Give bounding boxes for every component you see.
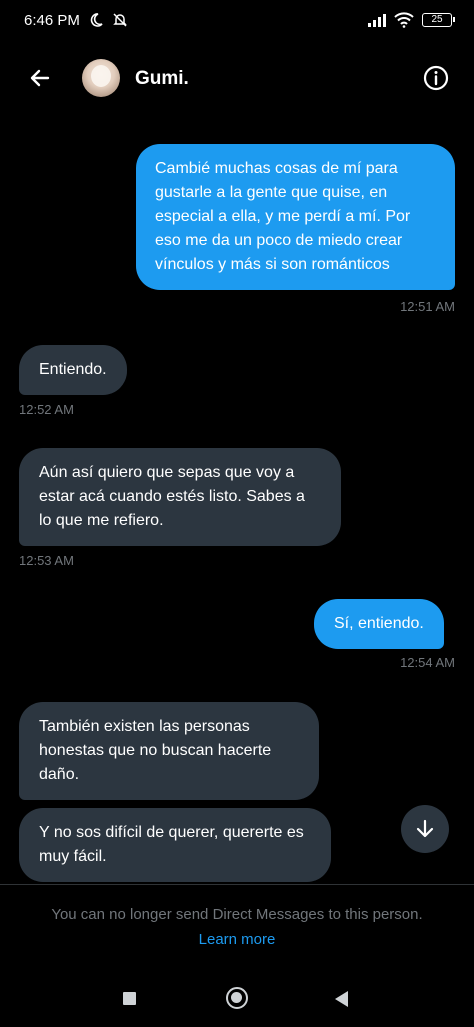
message-timestamp: 12:54 AM (400, 655, 455, 670)
status-bar: 6:46 PM 25 (0, 0, 474, 40)
message-bubble-outgoing[interactable]: Sí, entiendo. (314, 599, 444, 649)
contact-name[interactable]: Gumi. (135, 68, 189, 90)
message-text: Sí, entiendo. (334, 615, 424, 632)
message-text: Y no sos difícil de querer, quererte es … (39, 824, 304, 865)
back-triangle-icon[interactable] (335, 991, 348, 1007)
message-bubble-incoming[interactable]: Entiendo. (19, 345, 127, 395)
message-timestamp: 12:53 AM (19, 553, 74, 568)
moon-icon (90, 13, 103, 27)
message-timestamp: 12:52 AM (19, 402, 74, 417)
avatar[interactable] (82, 59, 120, 97)
divider (0, 884, 474, 885)
dm-restricted-notice: You can no longer send Direct Messages t… (51, 906, 423, 923)
signal-icon (368, 13, 386, 27)
home-icon[interactable] (226, 987, 248, 1009)
conversation-header: Gumi. (0, 48, 474, 108)
message-bubble-incoming[interactable]: Aún así quiero que sepas que voy a estar… (19, 448, 341, 546)
message-text: Cambié muchas cosas de mí para gustarle … (155, 160, 411, 273)
message-text: Aún así quiero que sepas que voy a estar… (39, 464, 305, 529)
status-time: 6:46 PM (24, 11, 80, 29)
message-bubble-outgoing[interactable]: Cambié muchas cosas de mí para gustarle … (136, 144, 455, 290)
message-text: Entiendo. (39, 361, 107, 378)
message-timestamp: 12:51 AM (400, 299, 455, 314)
wifi-icon (394, 12, 414, 28)
message-bubble-incoming[interactable]: Y no sos difícil de querer, quererte es … (19, 808, 331, 882)
muted-bell-icon (113, 13, 127, 27)
battery-icon: 25 (422, 13, 455, 27)
info-button[interactable] (422, 64, 450, 92)
info-icon (423, 65, 449, 91)
recent-apps-icon[interactable] (123, 992, 136, 1005)
system-nav-bar (0, 975, 474, 1027)
arrow-down-icon (416, 819, 434, 838)
learn-more-link[interactable]: Learn more (0, 931, 474, 948)
back-button[interactable] (24, 62, 56, 94)
status-left: 6:46 PM (24, 12, 128, 29)
message-text: También existen las personas honestas qu… (39, 718, 272, 783)
status-right: 25 (368, 12, 455, 28)
message-bubble-incoming[interactable]: También existen las personas honestas qu… (19, 702, 319, 800)
scroll-to-bottom-button[interactable] (401, 805, 449, 853)
arrow-left-icon (30, 69, 50, 87)
